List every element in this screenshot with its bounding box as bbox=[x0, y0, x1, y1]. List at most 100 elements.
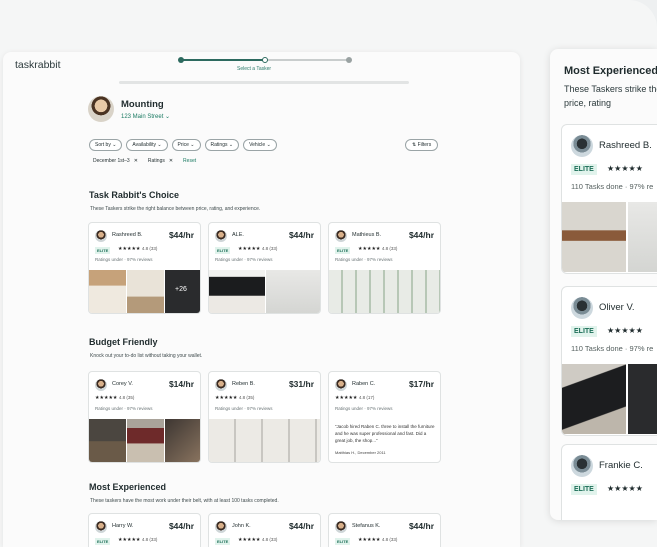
avatar bbox=[215, 521, 227, 533]
work-photos[interactable] bbox=[89, 419, 200, 462]
section-subtitle-experienced: These taskers have the most work under t… bbox=[90, 498, 279, 504]
rating-score: 4.8 (33) bbox=[261, 537, 278, 542]
tasker-card[interactable]: Stefanus K. $44/hr ELITE ★★★★★ 4.8 (33) bbox=[328, 513, 441, 547]
tasker-card[interactable]: Reben B. $31/hr ★★★★★ 4.8 (35) Ratings u… bbox=[208, 371, 321, 463]
work-photo bbox=[165, 419, 200, 462]
work-photo bbox=[562, 364, 626, 434]
tasker-card[interactable]: Raben C. $17/hr ★★★★★ 4.8 (17) Ratings u… bbox=[328, 371, 441, 463]
close-icon[interactable]: ✕ bbox=[169, 158, 173, 164]
review-summary: Ratings under · 97% reviews bbox=[215, 406, 273, 411]
tasker-card[interactable]: ALE. $44/hr ELITE ★★★★★ 4.8 (33) Ratings… bbox=[208, 222, 321, 314]
elite-badge: ELITE bbox=[215, 538, 231, 545]
rating-score: 4.8 (33) bbox=[141, 537, 158, 542]
elite-badge: ELITE bbox=[335, 538, 351, 545]
review-summary: Ratings under · 97% reviews bbox=[215, 257, 273, 262]
rating-score: 4.8 (33) bbox=[141, 246, 158, 251]
section-subtitle-choice: These Taskers strike the right balance b… bbox=[90, 206, 261, 212]
review-quote: “Jacob hired Raben C. three to install t… bbox=[335, 424, 435, 443]
divider bbox=[119, 81, 409, 84]
star-rating: ★★★★★ 4.8 (33) bbox=[238, 537, 277, 543]
rating-score: 4.8 (33) bbox=[381, 246, 398, 251]
work-photo bbox=[329, 270, 440, 313]
avatar bbox=[335, 379, 347, 391]
hourly-rate: $44/hr bbox=[408, 230, 434, 240]
star-rating: ★★★★★ 4.8 (17) bbox=[335, 395, 374, 401]
hourly-rate: $44/hr bbox=[408, 521, 434, 531]
avatar bbox=[571, 135, 593, 157]
ratings-filter[interactable]: Ratings ⌄ bbox=[204, 139, 240, 151]
tasker-card[interactable]: Rashreed B. ELITE ★★★★★ 110 Tasks done ·… bbox=[561, 124, 657, 274]
tasker-card[interactable]: John K. $44/hr ELITE ★★★★★ 4.8 (33) bbox=[208, 513, 321, 547]
tasks-done: 110 Tasks done · 97% re bbox=[571, 182, 654, 191]
stars-icon: ★★★★★ bbox=[238, 537, 261, 543]
hourly-rate: $44/hr bbox=[168, 521, 194, 531]
ratings-chip[interactable]: Ratings ✕ bbox=[148, 158, 173, 164]
work-photo bbox=[127, 419, 164, 462]
stars-icon: ★★★★★ bbox=[118, 537, 141, 543]
work-photos[interactable]: +26 bbox=[89, 270, 200, 313]
date-chip-label: December 1st–3 bbox=[93, 158, 130, 164]
tasker-card[interactable]: Corey V. $14/hr ★★★★★ 4.8 (35) Ratings u… bbox=[88, 371, 201, 463]
work-photo bbox=[89, 419, 126, 462]
hourly-rate: $44/hr bbox=[288, 230, 314, 240]
stars-icon: ★★★★★ bbox=[95, 395, 118, 401]
taskrabbit-logo[interactable]: taskrabbit bbox=[15, 59, 61, 71]
task-address-link[interactable]: 123 Main Street ⌄ bbox=[121, 113, 170, 120]
active-filter-chips: December 1st–3 ✕ Ratings ✕ Reset bbox=[93, 158, 196, 164]
elite-badge: ELITE bbox=[335, 247, 351, 254]
elite-badge: ELITE bbox=[571, 484, 597, 495]
stars-icon: ★★★★★ bbox=[118, 246, 141, 252]
section-subtitle-budget: Knock out your to-do list without taking… bbox=[90, 353, 203, 359]
step-progress bbox=[178, 56, 353, 64]
tasker-name: Stefanus K. bbox=[352, 523, 381, 529]
vehicle-filter[interactable]: Vehicle ⌄ bbox=[243, 139, 277, 151]
rating-score: 4.8 (35) bbox=[118, 395, 135, 400]
work-photos[interactable] bbox=[329, 270, 440, 313]
review-author: Matthias H., December 2011 bbox=[335, 450, 386, 455]
work-photo bbox=[209, 270, 265, 313]
step-dot-2 bbox=[262, 57, 268, 63]
tasker-name: Mathieus B. bbox=[352, 232, 382, 238]
tasker-card[interactable]: Harry W. $44/hr ELITE ★★★★★ 4.8 (33) bbox=[88, 513, 201, 547]
task-title: Mounting bbox=[121, 99, 164, 110]
close-icon[interactable]: ✕ bbox=[134, 158, 138, 164]
more-photos-count: +26 bbox=[175, 286, 187, 293]
elite-badge: ELITE bbox=[571, 164, 597, 175]
all-filters-button[interactable]: ⇅ Filters bbox=[405, 139, 439, 151]
tasker-name: Frankie C. bbox=[599, 460, 643, 471]
step-label: Select a Tasker bbox=[237, 66, 272, 72]
hourly-rate: $31/hr bbox=[288, 379, 314, 389]
tasker-name: ALE. bbox=[232, 232, 244, 238]
stars-icon: ★★★★★ bbox=[358, 246, 381, 252]
work-photos[interactable] bbox=[562, 202, 657, 272]
reset-filters-link[interactable]: Reset bbox=[183, 158, 196, 164]
work-photos[interactable] bbox=[562, 364, 657, 434]
rating-score: 4.8 (33) bbox=[261, 246, 278, 251]
sort-by-filter[interactable]: Sort by ⌄ bbox=[89, 139, 123, 151]
review-summary: Ratings under · 97% reviews bbox=[95, 406, 153, 411]
stars-icon: ★★★★★ bbox=[607, 326, 643, 335]
filter-bar: Sort by ⌄ Availability ⌄ Price ⌄ Ratings… bbox=[89, 139, 277, 151]
work-photos[interactable] bbox=[209, 270, 320, 313]
price-filter[interactable]: Price ⌄ bbox=[171, 139, 201, 151]
review-summary: Ratings under · 97% reviews bbox=[335, 257, 393, 262]
tasker-card[interactable]: Rashreed B. $44/hr ELITE ★★★★★ 4.8 (33) … bbox=[88, 222, 201, 314]
progress-remaining-line bbox=[265, 59, 349, 61]
main-window: taskrabbit Select a Tasker Mounting 123 … bbox=[3, 52, 520, 547]
star-rating: ★★★★★ 4.8 (35) bbox=[215, 395, 254, 401]
star-rating: ★★★★★ 4.8 (33) bbox=[118, 537, 157, 543]
stars-icon: ★★★★★ bbox=[335, 395, 358, 401]
star-rating: ★★★★★ 4.8 (33) bbox=[238, 246, 277, 252]
tasker-card[interactable]: Oliver V. ELITE ★★★★★ 110 Tasks done · 9… bbox=[561, 286, 657, 436]
elite-badge: ELITE bbox=[95, 538, 111, 545]
work-photos[interactable] bbox=[209, 419, 320, 462]
date-chip[interactable]: December 1st–3 ✕ bbox=[93, 158, 138, 164]
tasker-card[interactable]: Frankie C. ELITE ★★★★★ bbox=[561, 444, 657, 520]
progress-done-line bbox=[181, 59, 265, 61]
tasker-card[interactable]: Mathieus B. $44/hr ELITE ★★★★★ 4.8 (33) … bbox=[328, 222, 441, 314]
avatar bbox=[95, 230, 107, 242]
section-title-choice: Task Rabbit's Choice bbox=[89, 190, 179, 200]
availability-filter[interactable]: Availability ⌄ bbox=[126, 139, 168, 151]
work-photo bbox=[209, 419, 320, 462]
tasker-name: Raben C. bbox=[352, 381, 376, 387]
